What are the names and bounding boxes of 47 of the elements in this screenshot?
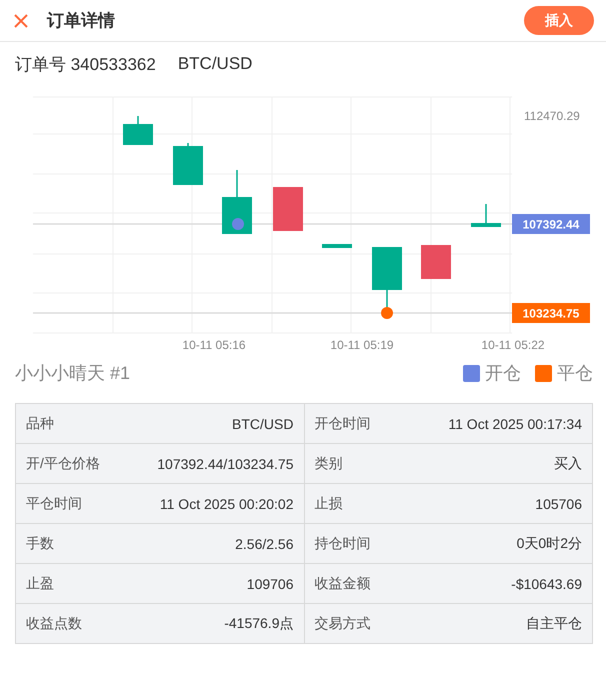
field-value: 107392.44/103234.75 bbox=[157, 456, 294, 472]
field-value: 105706 bbox=[535, 496, 582, 512]
price-label: 112470.29 bbox=[524, 109, 580, 123]
candle bbox=[421, 245, 451, 279]
candle bbox=[222, 170, 252, 234]
field-value: 11 Oct 2025 00:20:02 bbox=[160, 496, 294, 512]
time-label: 10-11 05:16 bbox=[182, 338, 246, 352]
field-label: 品种 bbox=[26, 414, 54, 432]
field-value: 11 Oct 2025 00:17:34 bbox=[448, 416, 582, 432]
field-label: 开/平仓价格 bbox=[26, 454, 100, 472]
field-value: 2.56/2.56 bbox=[235, 536, 294, 552]
candle bbox=[273, 187, 303, 231]
field-label: 类别 bbox=[314, 454, 342, 472]
candle bbox=[322, 244, 352, 248]
legend-label: 开仓 bbox=[485, 362, 521, 385]
field-value: BTC/USD bbox=[232, 416, 294, 432]
insert-button[interactable]: 插入 bbox=[524, 6, 594, 35]
order-symbol: BTC/USD bbox=[178, 54, 252, 74]
time-label: 10-11 05:22 bbox=[481, 338, 545, 352]
account-name: 小小小晴天 #1 bbox=[15, 362, 130, 385]
candle bbox=[173, 143, 203, 185]
candle bbox=[123, 116, 153, 145]
field-value: 0天0时2分 bbox=[516, 534, 582, 552]
field-label: 手数 bbox=[26, 534, 54, 552]
price-tag: 107392.44 bbox=[512, 214, 590, 234]
field-label: 收益点数 bbox=[26, 614, 82, 632]
field-label: 交易方式 bbox=[314, 614, 370, 632]
legend-label: 平仓 bbox=[557, 362, 593, 385]
exit-marker bbox=[381, 307, 393, 319]
time-label: 10-11 05:19 bbox=[330, 338, 394, 352]
field-label: 开仓时间 bbox=[314, 414, 370, 432]
field-label: 收益金额 bbox=[314, 574, 370, 592]
field-value: -$10643.69 bbox=[511, 576, 582, 592]
field-label: 持仓时间 bbox=[314, 534, 370, 552]
close-icon[interactable] bbox=[14, 14, 28, 28]
field-value: 自主平仓 bbox=[526, 614, 582, 632]
field-label: 止盈 bbox=[26, 574, 54, 592]
price-tag: 103234.75 bbox=[512, 303, 590, 323]
field-label: 止损 bbox=[314, 494, 342, 512]
order-number: 订单号 340533362 bbox=[15, 54, 156, 76]
field-value: -41576.9点 bbox=[224, 614, 294, 632]
field-value: 109706 bbox=[246, 576, 294, 592]
field-value: 买入 bbox=[554, 454, 582, 472]
page-title: 订单详情 bbox=[47, 10, 116, 32]
entry-marker bbox=[232, 218, 244, 230]
field-label: 平仓时间 bbox=[26, 494, 82, 512]
candle bbox=[471, 204, 501, 227]
